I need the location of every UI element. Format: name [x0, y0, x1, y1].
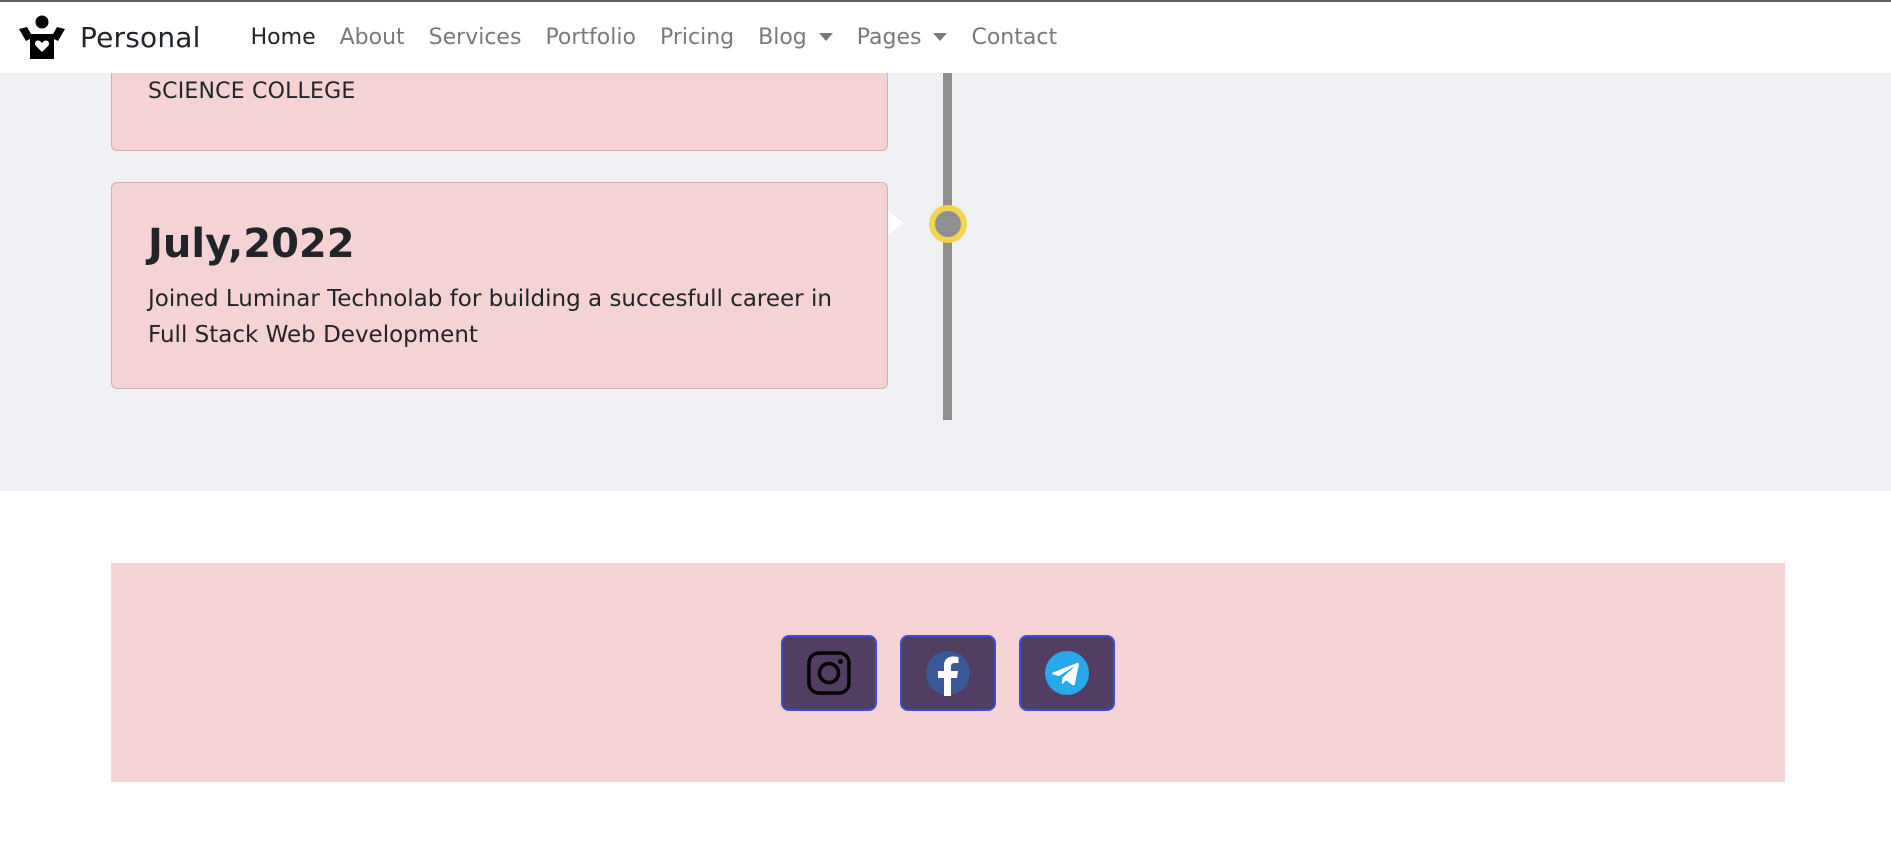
facebook-icon: [926, 651, 970, 696]
telegram-link[interactable]: [1019, 635, 1115, 711]
caret-down-icon: [933, 32, 948, 41]
brand[interactable]: Personal: [16, 13, 201, 63]
timeline-card-text: SCIENCE COLLEGE: [148, 79, 356, 104]
nav-dropdown-pages[interactable]: Pages: [857, 25, 948, 50]
nav-menu: Home About Services Portfolio Pricing Bl…: [251, 25, 1081, 50]
nav-link-label: Contact: [971, 25, 1058, 50]
nav-link-label: Portfolio: [545, 25, 636, 50]
nav-link-home[interactable]: Home: [251, 25, 316, 50]
nav-link-label: Home: [250, 25, 316, 50]
brand-name: Personal: [80, 21, 201, 54]
timeline-description: Joined Luminar Technolab for building a …: [148, 286, 832, 348]
nav-link-pricing[interactable]: Pricing: [660, 25, 734, 50]
navbar: Personal Home About Services Portfolio P…: [0, 2, 1891, 73]
caret-down-icon: [818, 32, 833, 41]
footer: [111, 563, 1785, 782]
timeline-date: July,2022: [148, 221, 355, 267]
nav-link-label: Blog: [758, 25, 807, 50]
timeline-line: [943, 73, 952, 420]
instagram-link[interactable]: [781, 635, 877, 711]
timeline-card-previous: SCIENCE COLLEGE: [111, 73, 888, 151]
person-heart-logo-icon: [19, 15, 65, 59]
telegram-icon: [1045, 651, 1089, 695]
timeline-card-current: July,2022 Joined Luminar Technolab for b…: [111, 182, 888, 389]
nav-link-label: Services: [428, 25, 522, 50]
timeline-section: SCIENCE COLLEGE July,2022 Joined Luminar…: [0, 73, 1891, 491]
facebook-link[interactable]: [900, 635, 996, 711]
nav-link-label: Pricing: [659, 25, 735, 50]
timeline-card-pointer: [888, 211, 903, 235]
nav-link-about[interactable]: About: [340, 25, 405, 50]
social-links: [781, 635, 1138, 711]
instagram-icon: [807, 651, 851, 695]
nav-link-label: Pages: [856, 25, 922, 50]
nav-dropdown-blog[interactable]: Blog: [758, 25, 833, 50]
timeline-marker: [929, 205, 967, 243]
nav-link-portfolio[interactable]: Portfolio: [545, 25, 636, 50]
nav-link-contact[interactable]: Contact: [971, 25, 1057, 50]
nav-link-services[interactable]: Services: [429, 25, 522, 50]
nav-link-label: About: [339, 25, 405, 50]
